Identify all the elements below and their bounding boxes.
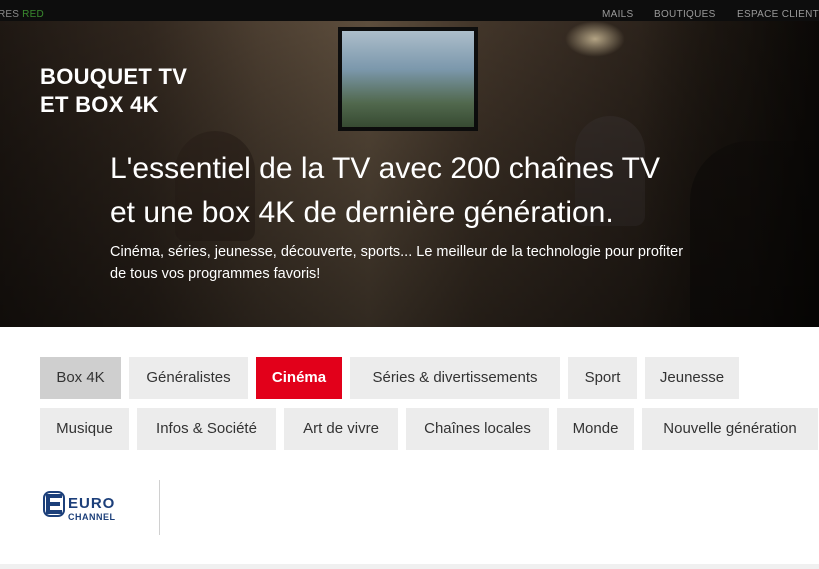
hero-headline: L'essentiel de la TV avec 200 chaînes TV… bbox=[110, 147, 800, 235]
nav-link-boutiques[interactable]: BOUTIQUES bbox=[654, 9, 716, 20]
hero-headline-line2: et une box 4K de dernière génération. bbox=[110, 196, 614, 229]
filter-musique[interactable]: Musique bbox=[40, 408, 129, 450]
hero-banner: BOUQUET TV ET BOX 4K L'essentiel de la T… bbox=[0, 21, 819, 327]
filter-chaines-locales[interactable]: Chaînes locales bbox=[406, 408, 549, 450]
hero-headline-line1: L'essentiel de la TV avec 200 chaînes TV bbox=[110, 152, 660, 185]
nav-link-espace-client[interactable]: ESPACE CLIENT bbox=[737, 9, 819, 20]
filter-art-de-vivre[interactable]: Art de vivre bbox=[284, 408, 398, 450]
filter-generalistes[interactable]: Généralistes bbox=[129, 357, 248, 399]
filter-infos-societe[interactable]: Infos & Société bbox=[137, 408, 276, 450]
top-bar: RES RED MAILS BOUTIQUES ESPACE CLIENT bbox=[0, 0, 819, 21]
logo-divider bbox=[159, 480, 160, 535]
filter-series-divertissements[interactable]: Séries & divertissements bbox=[350, 357, 560, 399]
filter-cinema[interactable]: Cinéma bbox=[256, 357, 342, 399]
filter-nouvelle-generation[interactable]: Nouvelle génération bbox=[642, 408, 818, 450]
bottom-strip bbox=[0, 564, 819, 569]
page-title: BOUQUET TV ET BOX 4K bbox=[40, 63, 187, 119]
channel-logo-eurochannel[interactable]: EURO CHANNEL bbox=[40, 480, 160, 536]
filter-monde[interactable]: Monde bbox=[557, 408, 634, 450]
nav-link-mails[interactable]: MAILS bbox=[602, 9, 634, 20]
eurochannel-logo: EURO CHANNEL bbox=[43, 491, 116, 522]
page-title-line2: ET BOX 4K bbox=[40, 92, 159, 117]
filter-box-4k[interactable]: Box 4K bbox=[40, 357, 121, 399]
logo-text-line1: EURO bbox=[68, 495, 115, 512]
hero-description: Cinéma, séries, jeunesse, découverte, sp… bbox=[110, 241, 800, 285]
logo-e-mark bbox=[46, 494, 62, 514]
filter-sport[interactable]: Sport bbox=[568, 357, 637, 399]
topbar-left-text: RES RED bbox=[0, 9, 44, 20]
page-title-line1: BOUQUET TV bbox=[40, 64, 188, 89]
logo-text-line2: CHANNEL bbox=[68, 512, 116, 522]
filter-jeunesse[interactable]: Jeunesse bbox=[645, 357, 739, 399]
hero-description-line2: de tous vos programmes favoris! bbox=[110, 266, 321, 282]
hero-description-line1: Cinéma, séries, jeunesse, découverte, sp… bbox=[110, 244, 684, 260]
